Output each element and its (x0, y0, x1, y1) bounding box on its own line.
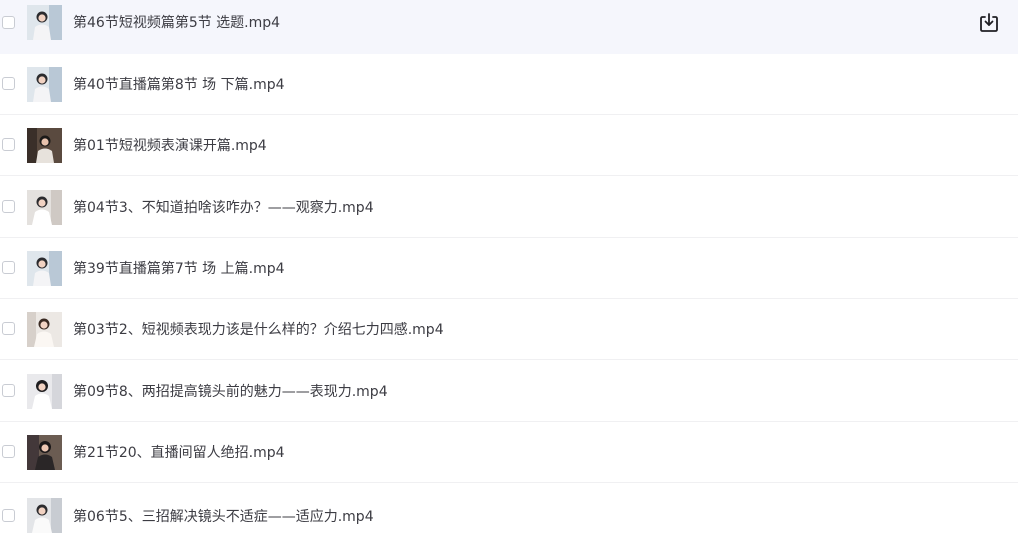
file-name[interactable]: 第40节直播篇第8节 场 下篇.mp4 (73, 75, 285, 95)
file-name[interactable]: 第06节5、三招解决镜头不适症——适应力.mp4 (73, 507, 374, 527)
video-thumbnail-icon (27, 312, 62, 347)
file-name[interactable]: 第46节短视频篇第5节 选题.mp4 (73, 13, 280, 33)
row-checkbox[interactable] (2, 261, 15, 274)
file-name[interactable]: 第03节2、短视频表现力该是什么样的？介绍七力四感.mp4 (73, 320, 444, 340)
file-row[interactable]: 第03节2、短视频表现力该是什么样的？介绍七力四感.mp4 (0, 299, 1018, 360)
video-thumbnail-icon (27, 435, 62, 470)
video-thumbnail-icon (27, 374, 62, 409)
video-thumbnail-icon (27, 251, 62, 286)
download-icon[interactable] (978, 12, 1000, 34)
file-name[interactable]: 第39节直播篇第7节 场 上篇.mp4 (73, 259, 285, 279)
file-row[interactable]: 第39节直播篇第7节 场 上篇.mp4 (0, 238, 1018, 299)
file-list: 第46节短视频篇第5节 选题.mp4 第40节直播篇第8节 场 下篇.mp4 第… (0, 0, 1018, 536)
file-name[interactable]: 第21节20、直播间留人绝招.mp4 (73, 443, 285, 463)
row-checkbox[interactable] (2, 322, 15, 335)
row-checkbox[interactable] (2, 138, 15, 151)
file-name[interactable]: 第01节短视频表演课开篇.mp4 (73, 136, 267, 156)
row-checkbox[interactable] (2, 200, 15, 213)
video-thumbnail-icon (27, 128, 62, 163)
file-row[interactable]: 第09节8、两招提高镜头前的魅力——表现力.mp4 (0, 361, 1018, 422)
video-thumbnail-icon (27, 190, 62, 225)
file-row[interactable]: 第06节5、三招解决镜头不适症——适应力.mp4 (0, 484, 1018, 536)
file-row[interactable]: 第40节直播篇第8节 场 下篇.mp4 (0, 54, 1018, 115)
video-thumbnail-icon (27, 498, 62, 533)
row-checkbox[interactable] (2, 509, 15, 522)
video-thumbnail-icon (27, 5, 62, 40)
row-checkbox[interactable] (2, 16, 15, 29)
row-checkbox[interactable] (2, 445, 15, 458)
file-row[interactable]: 第21节20、直播间留人绝招.mp4 (0, 422, 1018, 483)
file-row[interactable]: 第04节3、不知道拍啥该咋办？——观察力.mp4 (0, 177, 1018, 238)
video-thumbnail-icon (27, 67, 62, 102)
file-name[interactable]: 第09节8、两招提高镜头前的魅力——表现力.mp4 (73, 382, 388, 402)
file-row[interactable]: 第01节短视频表演课开篇.mp4 (0, 115, 1018, 176)
file-name[interactable]: 第04节3、不知道拍啥该咋办？——观察力.mp4 (73, 198, 374, 218)
row-checkbox[interactable] (2, 77, 15, 90)
row-checkbox[interactable] (2, 384, 15, 397)
file-row[interactable]: 第46节短视频篇第5节 选题.mp4 (0, 0, 1018, 61)
